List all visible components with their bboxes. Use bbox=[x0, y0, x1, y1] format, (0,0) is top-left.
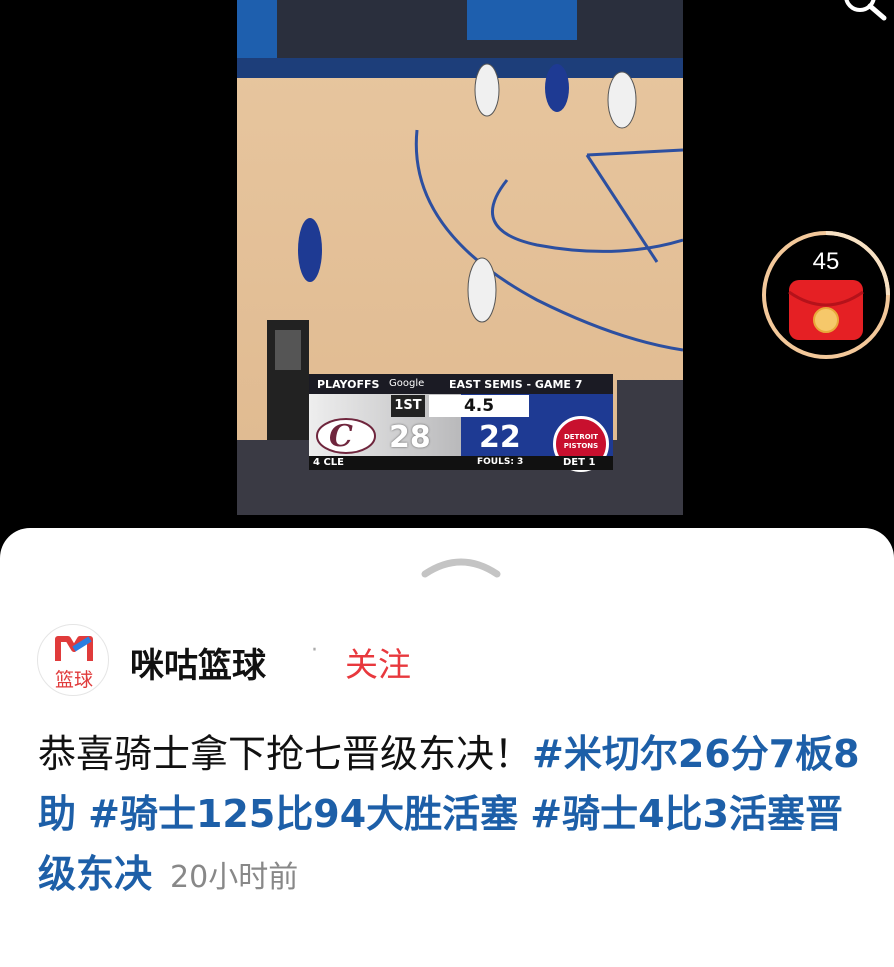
game-clock-bar: 1ST 4.5 bbox=[309, 394, 613, 418]
sponsor-label: Google bbox=[389, 378, 425, 389]
series-label: EAST SEMIS - GAME 7 bbox=[449, 378, 583, 391]
red-packet-countdown[interactable]: 45 bbox=[761, 230, 891, 360]
countdown-number: 45 bbox=[812, 248, 840, 275]
scoreboard-header: PLAYOFFS Google EAST SEMIS - GAME 7 bbox=[309, 374, 613, 394]
playoffs-label: PLAYOFFS bbox=[317, 378, 380, 391]
chevron-up-icon[interactable] bbox=[421, 550, 501, 580]
scoreboard: PLAYOFFS Google EAST SEMIS - GAME 7 C 28… bbox=[309, 374, 613, 472]
follow-button[interactable]: 关注 bbox=[345, 638, 411, 686]
avatar[interactable]: 篮球 bbox=[37, 624, 109, 696]
away-team-abbr: DET 1 bbox=[563, 457, 596, 468]
post-timestamp: 20小时前 bbox=[170, 860, 299, 895]
avatar-label: 篮球 bbox=[54, 669, 93, 691]
hashtag-link[interactable]: #骑士125比94大胜活塞 bbox=[88, 792, 518, 836]
scoreboard-footer: 4 CLE FOULS: 3 DET 1 bbox=[309, 456, 613, 470]
svg-text:C: C bbox=[329, 419, 353, 454]
video-player[interactable]: PLAYOFFS Google EAST SEMIS - GAME 7 C 28… bbox=[237, 0, 683, 515]
quarter-indicator: 1ST bbox=[391, 395, 425, 417]
game-clock: 4.5 bbox=[429, 395, 529, 417]
cavaliers-logo-icon: C bbox=[316, 418, 376, 454]
post-detail-sheet: 篮球 咪咕篮球 · 关注 恭喜骑士拿下抢七晋级东决！#米切尔26分7板8助 #骑… bbox=[0, 528, 894, 967]
home-score: 28 bbox=[389, 420, 431, 455]
separator-dot: · bbox=[311, 638, 318, 663]
post-body: 恭喜骑士拿下抢七晋级东决！ bbox=[38, 732, 533, 776]
search-icon[interactable] bbox=[830, 0, 890, 24]
post-text: 恭喜骑士拿下抢七晋级东决！#米切尔26分7板8助 #骑士125比94大胜活塞 #… bbox=[38, 724, 868, 908]
home-team-abbr: 4 CLE bbox=[313, 457, 344, 468]
away-fouls: FOULS: 3 bbox=[477, 457, 524, 467]
author-name[interactable]: 咪咕篮球 bbox=[130, 638, 266, 687]
away-score: 22 bbox=[479, 420, 521, 455]
